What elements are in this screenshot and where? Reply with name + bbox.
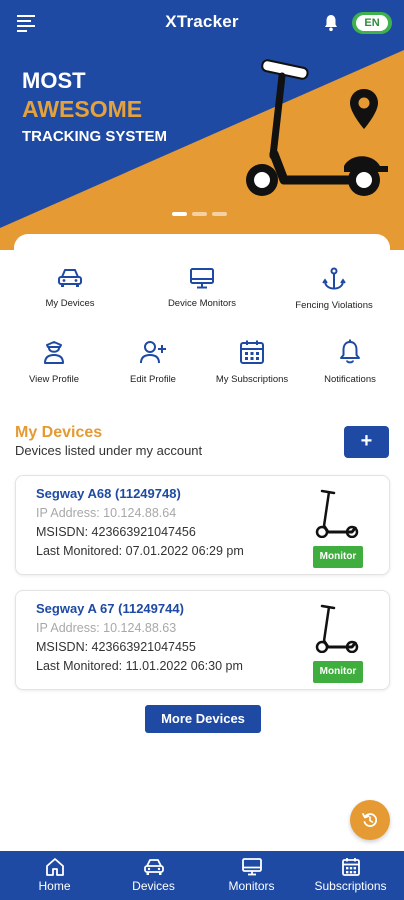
nav-label: Subscriptions — [314, 879, 387, 893]
nav-label: Home — [38, 879, 71, 893]
bottom-navigation: Home Devices Monitors Subscriptions — [0, 851, 404, 900]
app-header: XTracker EN — [0, 0, 404, 46]
language-label: EN — [356, 15, 388, 31]
refresh-fab[interactable] — [350, 800, 390, 840]
device-ip: IP Address: 10.124.88.63 — [36, 621, 177, 635]
banner-title-line3: TRACKING SYSTEM — [22, 128, 168, 145]
nav-label: Devices — [132, 879, 175, 893]
device-last-monitored: Last Monitored: 07.01.2022 06:29 pm — [36, 544, 244, 558]
shortcut-fencing-violations[interactable]: Fencing Violations — [287, 267, 381, 311]
refresh-icon — [362, 813, 378, 827]
scooter-icon — [315, 604, 359, 653]
shortcut-notifications[interactable]: Notifications — [303, 339, 397, 385]
banner-title-line2: AWESOME — [22, 96, 143, 122]
carousel-indicator[interactable] — [172, 212, 232, 216]
nav-label: Monitors — [228, 879, 275, 893]
shortcut-label: My Subscriptions — [215, 374, 289, 385]
monitor-icon — [241, 858, 262, 876]
device-msisdn: MSISDN: 423663921047455 — [36, 640, 196, 654]
carousel-dot-2[interactable] — [192, 212, 207, 216]
bell-icon[interactable] — [323, 14, 339, 32]
location-pin-icon — [350, 89, 378, 129]
nav-monitors[interactable]: Monitors — [201, 857, 302, 893]
calendar-icon — [240, 340, 264, 364]
device-card[interactable]: Segway A68 (11249748) IP Address: 10.124… — [15, 475, 390, 575]
device-name[interactable]: Segway A 67 (11249744) — [36, 601, 184, 616]
person-icon — [44, 341, 64, 364]
shortcut-label: Edit Profile — [130, 374, 176, 385]
shortcut-my-subscriptions[interactable]: My Subscriptions — [205, 339, 299, 385]
scooter-illustration — [246, 59, 388, 196]
shortcuts-card: My Devices Device Monitors Fencing Viola… — [14, 234, 390, 400]
section-subtitle: Devices listed under my account — [15, 443, 203, 458]
device-card[interactable]: Segway A 67 (11249744) IP Address: 10.12… — [15, 590, 390, 690]
car-icon — [58, 269, 82, 287]
carousel-dot-3[interactable] — [212, 212, 227, 216]
device-last-monitored: Last Monitored: 11.01.2022 06:30 pm — [36, 659, 243, 673]
add-device-button[interactable]: + — [344, 426, 389, 458]
calendar-icon — [341, 858, 360, 876]
home-icon — [45, 858, 64, 876]
shortcut-label: Device Monitors — [167, 298, 237, 309]
scooter-icon — [315, 489, 359, 538]
anchor-icon — [322, 267, 346, 290]
shortcut-my-devices[interactable]: My Devices — [23, 267, 117, 309]
shortcut-device-monitors[interactable]: Device Monitors — [155, 267, 249, 309]
language-toggle[interactable]: EN — [352, 12, 392, 34]
monitor-icon — [190, 268, 214, 289]
monitor-button[interactable]: Monitor — [313, 546, 363, 568]
nav-subscriptions[interactable]: Subscriptions — [300, 857, 401, 893]
promo-banner[interactable]: MOST AWESOME TRACKING SYSTEM — [0, 46, 404, 250]
car-icon — [143, 859, 164, 875]
shortcut-label: Notifications — [324, 374, 376, 385]
section-title: My Devices — [15, 424, 103, 441]
more-devices-button[interactable]: More Devices — [145, 705, 261, 733]
nav-home[interactable]: Home — [4, 857, 105, 893]
shortcut-label: My Devices — [45, 298, 95, 309]
bell-icon — [340, 339, 360, 364]
banner-title-line1: MOST — [22, 68, 86, 93]
monitor-button[interactable]: Monitor — [313, 661, 363, 683]
device-ip: IP Address: 10.124.88.64 — [36, 506, 177, 520]
shortcut-view-profile[interactable]: View Profile — [7, 339, 101, 385]
nav-devices[interactable]: Devices — [103, 857, 204, 893]
shortcut-label: Fencing Violations — [295, 300, 373, 311]
carousel-dot-1[interactable] — [172, 212, 187, 216]
person-add-icon — [140, 341, 166, 364]
shortcut-edit-profile[interactable]: Edit Profile — [106, 339, 200, 385]
app-title: XTracker — [165, 12, 239, 31]
device-name[interactable]: Segway A68 (11249748) — [36, 486, 181, 501]
device-msisdn: MSISDN: 423663921047456 — [36, 525, 196, 539]
shortcut-label: View Profile — [29, 374, 79, 385]
